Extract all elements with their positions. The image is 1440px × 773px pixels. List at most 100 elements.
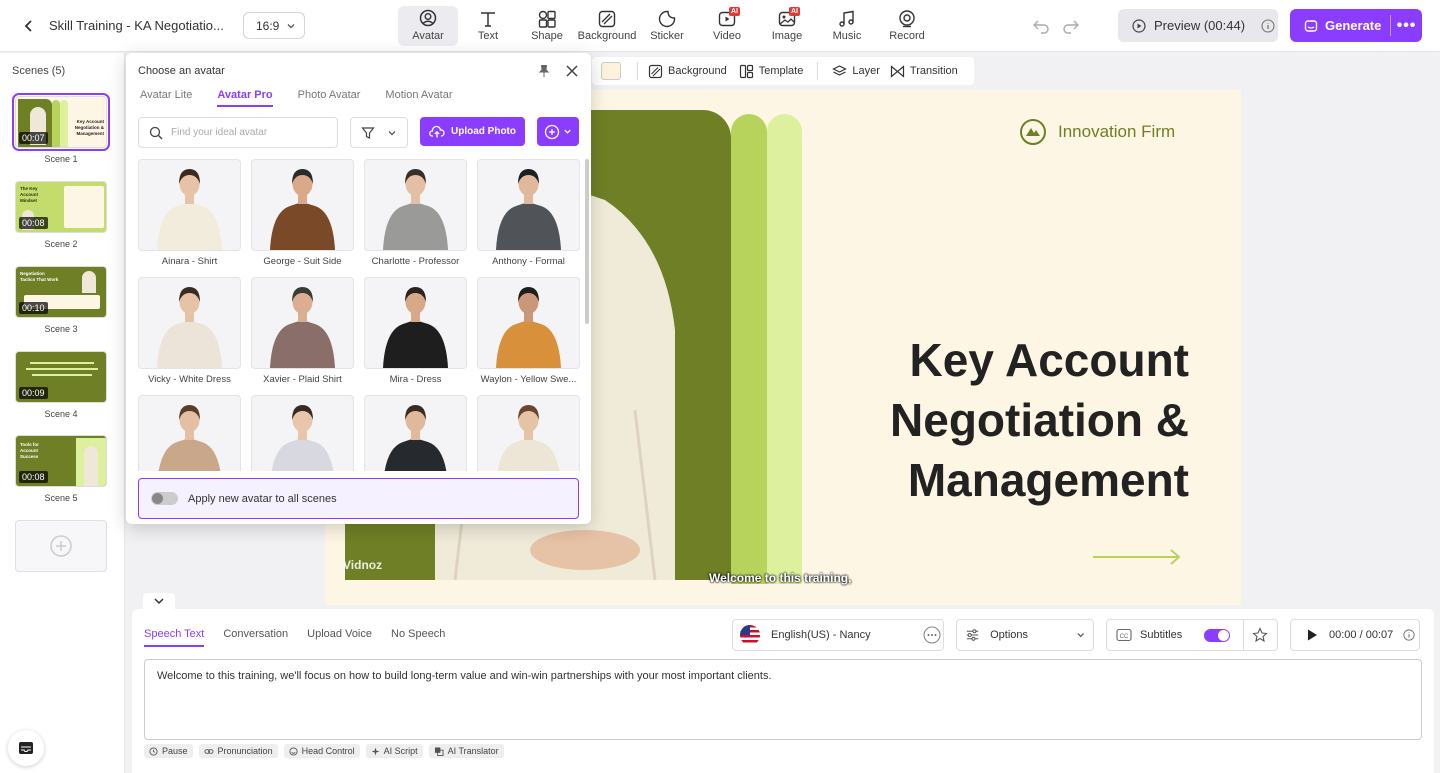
collapse-panel-button[interactable] (143, 593, 175, 609)
more-options-icon[interactable] (923, 626, 941, 644)
ai-translator-chip[interactable]: AI Translator (428, 744, 504, 758)
tab-no-speech[interactable]: No Speech (391, 628, 445, 647)
tab-motion-avatar[interactable]: Motion Avatar (385, 89, 452, 107)
head-control-chip[interactable]: Head Control (283, 744, 360, 758)
subtitles-control: CC Subtitles (1106, 619, 1278, 651)
tool-music[interactable]: Music (817, 6, 877, 46)
avatar-card[interactable]: Mira - Dress (364, 277, 467, 395)
undo-icon[interactable] (1032, 17, 1050, 35)
tool-label: Sticker (650, 30, 684, 42)
tool-video[interactable]: AI Video (697, 6, 757, 46)
avatar-card[interactable]: Waylon - Yellow Swe... (477, 277, 580, 395)
background-label: Background (668, 65, 727, 77)
play-icon[interactable] (1305, 628, 1319, 642)
voice-select[interactable]: English(US) - Nancy (732, 619, 944, 651)
tab-photo-avatar[interactable]: Photo Avatar (298, 89, 361, 107)
subtitles-toggle[interactable] (1204, 628, 1231, 642)
inbox-icon (19, 742, 33, 754)
avatar-card[interactable]: Anthony - Formal (477, 159, 580, 277)
transition-button[interactable]: Transition (890, 64, 958, 79)
avatar-card[interactable] (477, 395, 580, 471)
avatar-card[interactable]: George - Suit Side (251, 159, 354, 277)
generate-button[interactable]: Generate ••• (1290, 9, 1422, 42)
tab-upload-voice[interactable]: Upload Voice (307, 628, 372, 647)
aspect-ratio-select[interactable]: 16:9 (243, 12, 305, 39)
svg-text:CC: CC (1120, 634, 1129, 640)
background-button[interactable]: Background (648, 64, 727, 79)
pronunciation-chip[interactable]: Pronunciation (198, 744, 278, 758)
cloud-upload-icon (429, 125, 445, 137)
tab-conversation[interactable]: Conversation (223, 628, 288, 647)
pause-chip[interactable]: Pause (144, 744, 193, 758)
filter-button[interactable] (350, 117, 408, 148)
scene-item[interactable]: Negotiation Tactics That Work 00:10 Scen… (15, 266, 107, 334)
avatar-thumbnail (477, 159, 580, 251)
scene-thumbnail: The Key Account Mindset 00:08 (15, 181, 107, 233)
tab-avatar-pro[interactable]: Avatar Pro (217, 89, 273, 107)
tool-shape[interactable]: Shape (517, 6, 577, 46)
filter-icon (361, 126, 375, 139)
scene-item[interactable]: Key Account Negotiation & Management 00:… (12, 93, 110, 164)
close-icon[interactable] (565, 64, 579, 78)
project-title[interactable]: Skill Training - KA Negotiatio... (49, 18, 224, 33)
layers-icon (832, 64, 848, 76)
speech-tools: Pause Pronunciation Head Control AI Scri… (144, 744, 504, 758)
back-button[interactable] (16, 13, 42, 39)
tool-sticker[interactable]: Sticker (637, 6, 697, 46)
background-color-swatch[interactable] (601, 62, 621, 80)
tool-background[interactable]: Background (577, 6, 637, 46)
generate-main[interactable]: Generate (1290, 9, 1390, 42)
preview-button[interactable]: Preview (00:44) (1118, 9, 1278, 42)
avatar-name: Waylon - Yellow Swe... (480, 374, 577, 385)
pin-icon[interactable] (537, 64, 551, 78)
chevron-down-icon (287, 23, 295, 28)
chevron-down-icon (1077, 633, 1084, 638)
upload-photo-button[interactable]: Upload Photo (420, 117, 525, 146)
layer-button[interactable]: Layer (832, 64, 880, 79)
chevron-down-icon (564, 129, 571, 134)
create-avatar-button[interactable] (537, 117, 579, 146)
avatar-card[interactable] (138, 395, 241, 471)
avatar-figure (383, 169, 448, 250)
avatar-card[interactable]: Vicky - White Dress (138, 277, 241, 395)
options-select[interactable]: Options (956, 619, 1094, 651)
tool-record[interactable]: Record (877, 6, 937, 46)
avatar-card[interactable]: Charlotte - Professor (364, 159, 467, 277)
tool-avatar[interactable]: Avatar (398, 6, 458, 46)
avatar-card[interactable]: Xavier - Plaid Shirt (251, 277, 354, 395)
template-button[interactable]: Template (739, 64, 803, 79)
speech-script-textarea[interactable]: Welcome to this training, we'll focus on… (144, 659, 1422, 740)
info-icon[interactable] (1403, 629, 1415, 641)
arrow-right-icon (1093, 549, 1181, 565)
scene-item[interactable]: The Key Account Mindset 00:08 Scene 2 (15, 181, 107, 249)
tab-avatar-lite[interactable]: Avatar Lite (140, 89, 192, 107)
avatar-name: Mira - Dress (389, 374, 442, 385)
avatar-card[interactable]: Ainara - Shirt (138, 159, 241, 277)
top-bar: Skill Training - KA Negotiatio... 16:9 A… (0, 0, 1440, 52)
tool-image[interactable]: AI Image (757, 6, 817, 46)
audio-preview-control[interactable]: 00:00 / 00:07 (1290, 619, 1420, 651)
scene-item[interactable]: 00:09 Scene 4 (15, 351, 107, 419)
aspect-ratio-value: 16:9 (256, 18, 280, 33)
slide-headline[interactable]: Key Account Negotiation & Management (789, 330, 1189, 510)
tool-label: Record (889, 30, 925, 42)
add-scene-button[interactable] (15, 520, 107, 572)
apply-all-toggle[interactable] (151, 492, 178, 505)
plus-circle-icon (544, 124, 560, 139)
avatar-card[interactable] (364, 395, 467, 471)
tool-label: Music (832, 30, 862, 42)
scene-thumbnail: Key Account Negotiation & Management 00:… (12, 93, 110, 151)
feedback-button[interactable] (8, 730, 44, 766)
avatar-card[interactable] (251, 395, 354, 471)
tool-text[interactable]: Text (458, 6, 518, 46)
music-icon (839, 10, 854, 27)
subtitle-style-icon[interactable] (1252, 627, 1269, 643)
info-icon[interactable] (1261, 18, 1275, 33)
scene-item[interactable]: Tools for Account Success 00:08 Scene 5 (15, 435, 107, 503)
ai-script-chip[interactable]: AI Script (365, 744, 423, 758)
avatar-search-input[interactable] (171, 127, 331, 138)
scrollbar[interactable] (585, 159, 589, 324)
redo-icon[interactable] (1062, 17, 1080, 35)
tab-speech-text[interactable]: Speech Text (144, 628, 205, 647)
generate-more-button[interactable]: ••• (1390, 15, 1422, 36)
